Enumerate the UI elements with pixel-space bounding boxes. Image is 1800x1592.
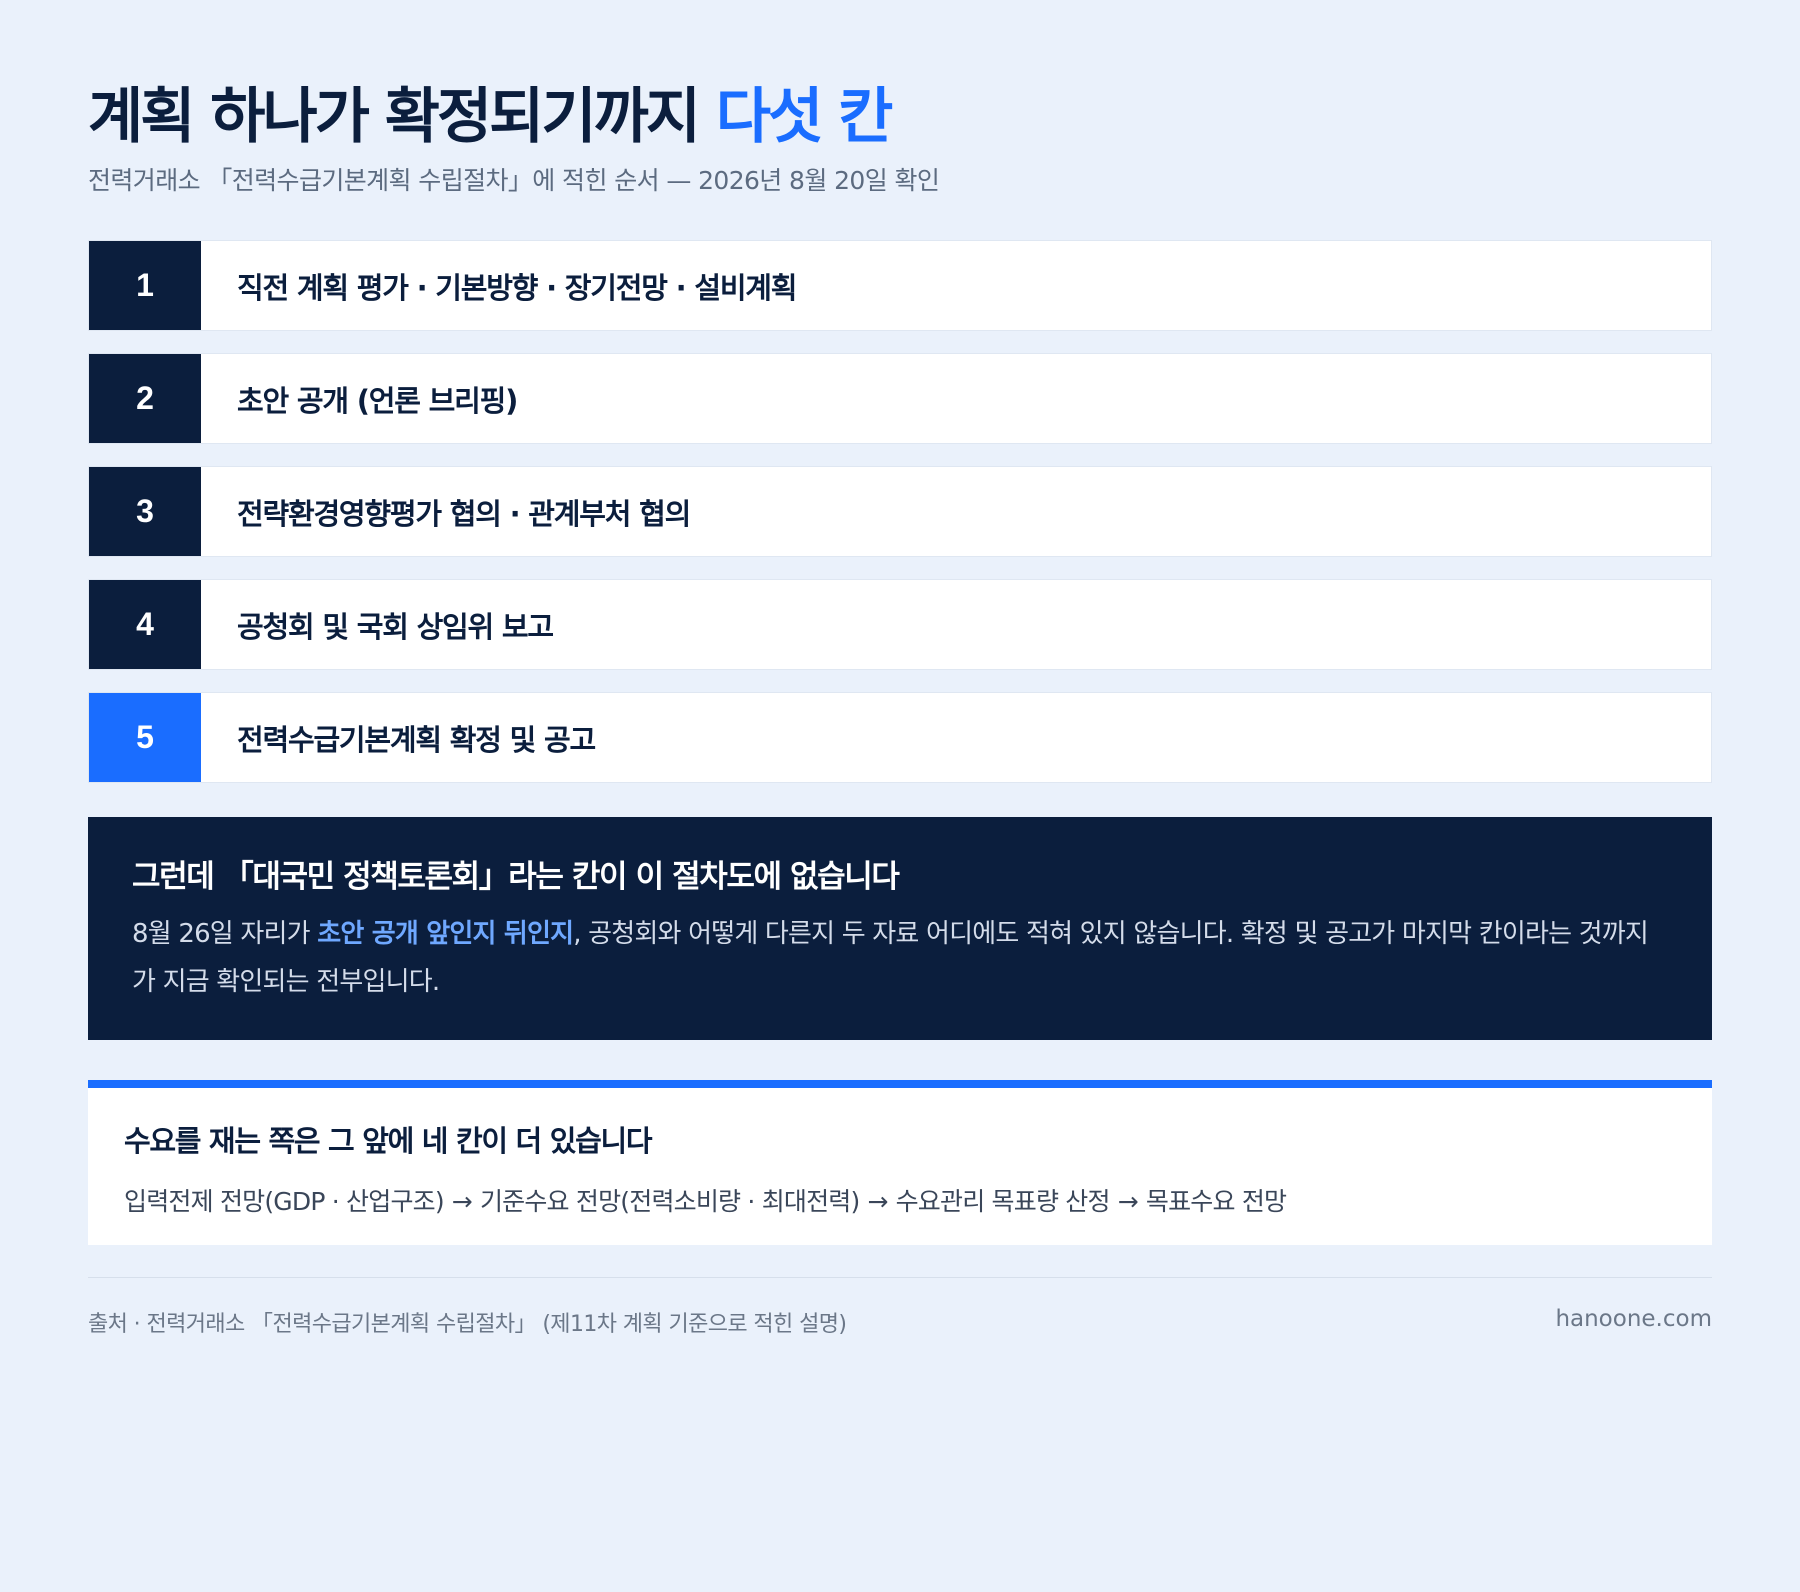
arrow-right-icon: → [1117, 1187, 1139, 1216]
step-row-3: 3 전략환경영향평가 협의 · 관계부처 협의 [88, 466, 1712, 557]
step-label: 초안 공개 (언론 브리핑) [237, 383, 518, 418]
arrow-right-icon: → [451, 1187, 473, 1216]
title-main: 계획 하나가 확정되기까지 [88, 82, 716, 152]
arrow-right-icon: → [867, 1187, 888, 1216]
demand-box: 수요를 재는 쪽은 그 앞에 네 칸이 더 있습니다 입력전제 전망(GDP ·… [88, 1080, 1712, 1245]
notice-heading: 그런데 「대국민 정책토론회」라는 칸이 이 절차도에 없습니다 [132, 859, 900, 895]
flow-step: 기준수요 전망(전력소비량 · 최대전력) [479, 1187, 860, 1216]
notice-highlight: 초안 공개 앞인지 뒤인지 [317, 919, 574, 949]
step-label: 직전 계획 평가 · 기본방향 · 장기전망 · 설비계획 [237, 270, 797, 305]
flow-step: 목표수요 전망 [1145, 1187, 1287, 1216]
site-name: hanoone.com [1555, 1306, 1712, 1332]
demand-heading: 수요를 재는 쪽은 그 앞에 네 칸이 더 있습니다 [124, 1124, 653, 1158]
procedure-steps: 1 직전 계획 평가 · 기본방향 · 장기전망 · 설비계획 2 초안 공개 … [88, 240, 1712, 805]
step-row-1: 1 직전 계획 평가 · 기본방향 · 장기전망 · 설비계획 [88, 240, 1712, 331]
step-label: 전력수급기본계획 확정 및 공고 [237, 722, 596, 757]
page: 계획 하나가 확정되기까지 다섯 칸 전력거래소 「전력수급기본계획 수립절차」… [0, 0, 1800, 1592]
notice-box: 그런데 「대국민 정책토론회」라는 칸이 이 절차도에 없습니다 8월 26일 … [88, 817, 1712, 1040]
step-number: 1 [89, 241, 201, 330]
step-number-final: 5 [89, 693, 201, 782]
notice-body: 8월 26일 자리가 초안 공개 앞인지 뒤인지, 공청회와 어떻게 다른지 두… [132, 910, 1668, 1006]
notice-body-before: 8월 26일 자리가 [132, 919, 318, 949]
source-note: 출처 · 전력거래소 「전력수급기본계획 수립절차」 (제11차 계획 기준으로… [88, 1312, 847, 1337]
flow-step: 입력전제 전망(GDP · 산업구조) [124, 1187, 445, 1216]
step-row-5: 5 전력수급기본계획 확정 및 공고 [88, 692, 1712, 783]
title-accent: 다섯 칸 [715, 82, 893, 152]
flow-step: 수요관리 목표량 산정 [895, 1187, 1111, 1216]
demand-flow: 입력전제 전망(GDP · 산업구조) → 기준수요 전망(전력소비량 · 최대전력… [124, 1182, 1676, 1218]
page-subtitle: 전력거래소 「전력수급기본계획 수립절차」에 적힌 순서 — 2026년 8월 … [88, 166, 940, 195]
step-row-4: 4 공청회 및 국회 상임위 보고 [88, 579, 1712, 670]
step-label: 전략환경영향평가 협의 · 관계부처 협의 [237, 496, 691, 531]
page-title: 계획 하나가 확정되기까지 다섯 칸 [88, 68, 893, 155]
step-number: 4 [89, 580, 201, 669]
step-row-2: 2 초안 공개 (언론 브리핑) [88, 353, 1712, 444]
step-number: 3 [89, 467, 201, 556]
step-number: 2 [89, 354, 201, 443]
step-label: 공청회 및 국회 상임위 보고 [237, 609, 554, 644]
footer-divider [88, 1277, 1712, 1278]
